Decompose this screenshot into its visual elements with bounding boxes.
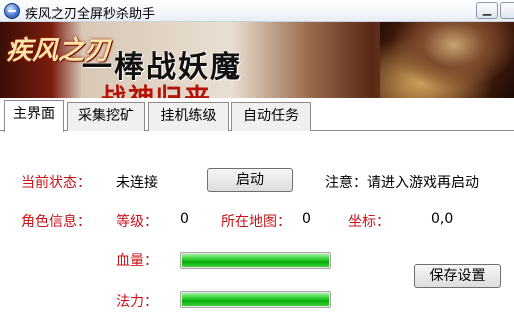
tab-bar: 主界面 采集挖矿 挂机练级 自动任务 — [0, 98, 514, 132]
app-icon — [4, 3, 20, 19]
notice-text: 注意：请进入游戏再启动 — [325, 175, 479, 191]
coordinate-value: 0,0 — [431, 211, 454, 227]
tab-gather-mining[interactable]: 采集挖矿 — [67, 102, 145, 131]
start-button[interactable]: 启动 — [207, 168, 293, 192]
tab-main[interactable]: 主界面 — [4, 100, 64, 132]
hp-bar — [180, 252, 331, 269]
tab-auto-quest[interactable]: 自动任务 — [231, 102, 311, 131]
map-label: 所在地图： — [221, 214, 291, 230]
character-info-label: 角色信息： — [21, 214, 91, 230]
coordinate-label: 坐标： — [348, 214, 390, 230]
status-value: 未连接 — [116, 175, 158, 191]
warrior-artwork — [380, 22, 514, 98]
mp-bar-fill — [182, 293, 329, 306]
level-label: 等级： — [116, 214, 158, 230]
mp-bar — [180, 291, 331, 308]
window-title: 疾风之刃全屏秒杀助手 — [25, 7, 156, 22]
map-value: 0 — [302, 211, 311, 227]
status-label: 当前状态： — [21, 175, 91, 191]
save-settings-button[interactable]: 保存设置 — [414, 264, 501, 288]
minimize-button[interactable]: ▁ — [476, 2, 498, 19]
tab-auto-leveling[interactable]: 挂机练级 — [148, 102, 229, 131]
game-banner: 疾风之刃 一棒战妖魔 战神归来 — [0, 22, 514, 98]
banner-subtitle: 战神归来 — [100, 80, 370, 98]
mp-label: 法力： — [116, 294, 158, 310]
title-bar: 疾风之刃全屏秒杀助手 ▁ — [0, 0, 514, 22]
level-value: 0 — [180, 211, 189, 227]
close-button[interactable] — [500, 2, 514, 19]
banner-subtitle-text: 战神归来 — [100, 80, 370, 98]
hp-label: 血量： — [116, 253, 158, 269]
hp-bar-fill — [182, 254, 329, 267]
main-panel: 当前状态： 未连接 启动 注意：请进入游戏再启动 角色信息： 等级： 0 所在地… — [0, 131, 514, 322]
